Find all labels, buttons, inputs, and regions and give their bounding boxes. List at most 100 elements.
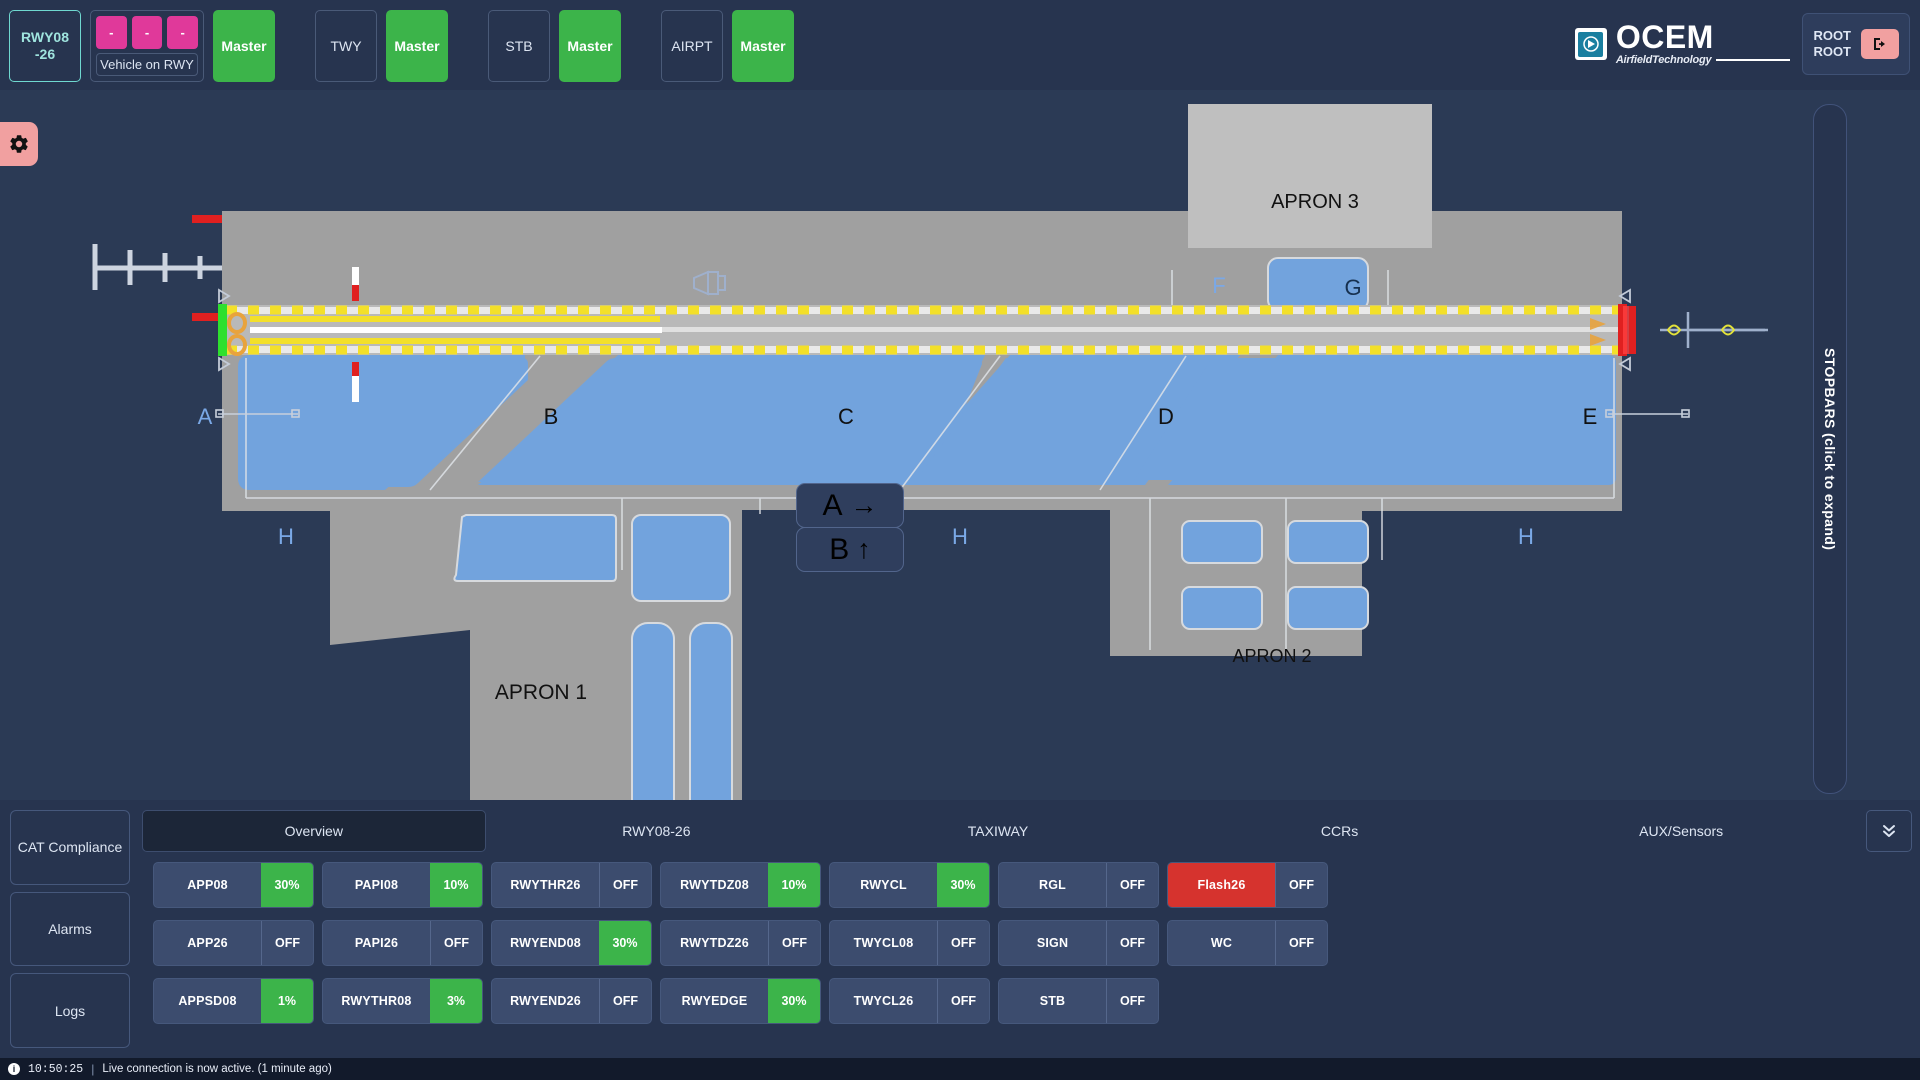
control-rwyend08-value: 30%: [599, 921, 651, 965]
control-twycl26[interactable]: TWYCL26 OFF: [829, 978, 990, 1024]
airpt-master-button[interactable]: Master: [732, 10, 794, 82]
vehicle-indicator-1[interactable]: -: [96, 16, 127, 49]
control-papi26-name: PAPI26: [354, 936, 399, 950]
side-tab-alarms[interactable]: Alarms: [10, 891, 130, 967]
gear-icon: [10, 135, 28, 153]
taxiway-label-h-mid: H: [952, 524, 968, 549]
control-wc[interactable]: WC OFF: [1167, 920, 1328, 966]
control-rwytdz08-value: 10%: [768, 863, 820, 907]
control-rwytdz08[interactable]: RWYTDZ08 10%: [660, 862, 821, 908]
control-wc-value: OFF: [1275, 921, 1327, 965]
control-wc-name: WC: [1210, 936, 1233, 950]
taxiway-label-b: B: [544, 404, 559, 429]
airfield-map[interactable]: STOPBARS (click to expand) APRON 1 APRON…: [0, 90, 1855, 800]
taxiway-label-f: F: [1212, 273, 1225, 298]
airpt-group-label[interactable]: AIRPT: [661, 10, 723, 82]
guidance-sign-row-a: A →: [796, 483, 904, 528]
user-name-line2: ROOT: [1813, 44, 1851, 59]
stb-group-label[interactable]: STB: [488, 10, 550, 82]
control-papi08[interactable]: PAPI08 10%: [322, 862, 483, 908]
control-flash26-value: OFF: [1275, 863, 1327, 907]
twy-master-button[interactable]: Master: [386, 10, 448, 82]
control-rwythr08-value: 3%: [430, 979, 482, 1023]
approach-lights-rwy08: [92, 244, 235, 290]
control-twycl08-name: TWYCL08: [853, 936, 914, 950]
control-papi08-name: PAPI08: [354, 878, 399, 892]
control-stb[interactable]: STB OFF: [998, 978, 1159, 1024]
control-twycl08[interactable]: TWYCL08 OFF: [829, 920, 990, 966]
vehicle-indicator-row: - - -: [96, 16, 199, 49]
control-rwythr26[interactable]: RWYTHR26 OFF: [491, 862, 652, 908]
control-app26[interactable]: APP26 OFF: [153, 920, 314, 966]
twy-group-label[interactable]: TWY: [315, 10, 377, 82]
guidance-sign-row-b: B ↑: [796, 527, 904, 572]
control-rwytdz26-value: OFF: [768, 921, 820, 965]
ocem-tagline-row: AirfieldTechnology: [1616, 53, 1791, 67]
side-tab-logs[interactable]: Logs: [10, 973, 130, 1049]
control-appsd08-name: APPSD08: [178, 994, 237, 1008]
control-twycl26-value: OFF: [937, 979, 989, 1023]
control-button-grid: APP08 30% PAPI08 10% RWYTHR26 OFF RWYTDZ…: [153, 862, 1497, 1024]
control-rwythr08[interactable]: RWYTHR08 3%: [322, 978, 483, 1024]
stopbars-panel[interactable]: STOPBARS (click to expand): [1813, 104, 1847, 794]
ocem-tagline: AirfieldTechnology: [1615, 54, 1712, 66]
taxiway-label-h-right: H: [1518, 524, 1534, 549]
taxiway-label-e: E: [1583, 404, 1598, 429]
header-spacer-1: [284, 10, 306, 82]
guidance-sign-letter-a: A: [822, 488, 843, 522]
control-flash26[interactable]: Flash26 OFF: [1167, 862, 1328, 908]
apron-3-pavement: [1188, 104, 1432, 248]
runway-name-line1: RWY08: [21, 29, 69, 45]
panel-expand-button[interactable]: [1866, 810, 1912, 852]
control-rwycl-name: RWYCL: [860, 878, 907, 892]
control-rwythr26-name: RWYTHR26: [510, 878, 581, 892]
apron-2-label: APRON 2: [1232, 646, 1311, 666]
control-papi26[interactable]: PAPI26 OFF: [322, 920, 483, 966]
taxiway-label-c: C: [838, 404, 854, 429]
logout-button[interactable]: [1861, 29, 1899, 59]
control-twycl26-name: TWYCL26: [853, 994, 914, 1008]
control-appsd08[interactable]: APPSD08 1%: [153, 978, 314, 1024]
vehicle-indicator-2[interactable]: -: [131, 16, 163, 49]
control-sign-name: SIGN: [1036, 936, 1069, 950]
map-settings-button[interactable]: [0, 122, 38, 166]
control-rwycl[interactable]: RWYCL 30%: [829, 862, 990, 908]
control-sign[interactable]: SIGN OFF: [998, 920, 1159, 966]
control-rwytdz26[interactable]: RWYTDZ26 OFF: [660, 920, 821, 966]
control-rwyend08[interactable]: RWYEND08 30%: [491, 920, 652, 966]
rwy-master-button[interactable]: Master: [213, 10, 275, 82]
guidance-sign[interactable]: A → B ↑: [796, 483, 904, 572]
control-rwyend26[interactable]: RWYEND26 OFF: [491, 978, 652, 1024]
threshold-lights-rwy08: [218, 304, 227, 356]
runway-name-badge[interactable]: RWY08 -26: [9, 10, 81, 82]
stopbars-label: STOPBARS (click to expand): [1822, 347, 1838, 551]
stb-master-button[interactable]: Master: [559, 10, 621, 82]
logout-icon: [1874, 38, 1885, 50]
chevron-double-down-icon: [1883, 825, 1895, 837]
tab-ccrs[interactable]: CCRs: [1169, 810, 1511, 852]
ocem-logo: OCEM AirfieldTechnology: [1574, 21, 1791, 67]
tab-overview[interactable]: Overview: [142, 810, 486, 852]
control-appsd08-value: 1%: [261, 979, 313, 1023]
tab-rwy08-26[interactable]: RWY08-26: [486, 810, 828, 852]
ocem-logo-mark-icon: [1574, 28, 1607, 60]
grid-empty-r3c8: [1336, 978, 1497, 1024]
vehicle-indicator-3[interactable]: -: [167, 16, 199, 49]
approach-lights-rwy26: [1660, 312, 1768, 348]
control-stb-name: STB: [1039, 994, 1066, 1008]
side-tab-cat-compliance[interactable]: CAT Compliance: [10, 810, 130, 885]
control-app26-value: OFF: [261, 921, 313, 965]
control-twycl08-value: OFF: [937, 921, 989, 965]
control-rgl[interactable]: RGL OFF: [998, 862, 1159, 908]
control-rwytdz08-name: RWYTDZ08: [680, 878, 749, 892]
user-name-line1: ROOT: [1813, 28, 1851, 43]
tab-strip: Overview RWY08-26 TAXIWAY CCRs AUX/Senso…: [142, 810, 1852, 852]
control-app08[interactable]: APP08 30%: [153, 862, 314, 908]
control-rwytdz26-name: RWYTDZ26: [680, 936, 749, 950]
control-rwyedge[interactable]: RWYEDGE 30%: [660, 978, 821, 1024]
top-header: RWY08 -26 - - - Vehicle on RWY Master TW…: [0, 0, 1920, 90]
tab-aux-sensors[interactable]: AUX/Sensors: [1510, 810, 1852, 852]
control-rgl-value: OFF: [1106, 863, 1158, 907]
airfield-diagram[interactable]: APRON 1 APRON 2 APRON 3 A B C D E F G H …: [0, 90, 1855, 800]
tab-taxiway[interactable]: TAXIWAY: [827, 810, 1169, 852]
